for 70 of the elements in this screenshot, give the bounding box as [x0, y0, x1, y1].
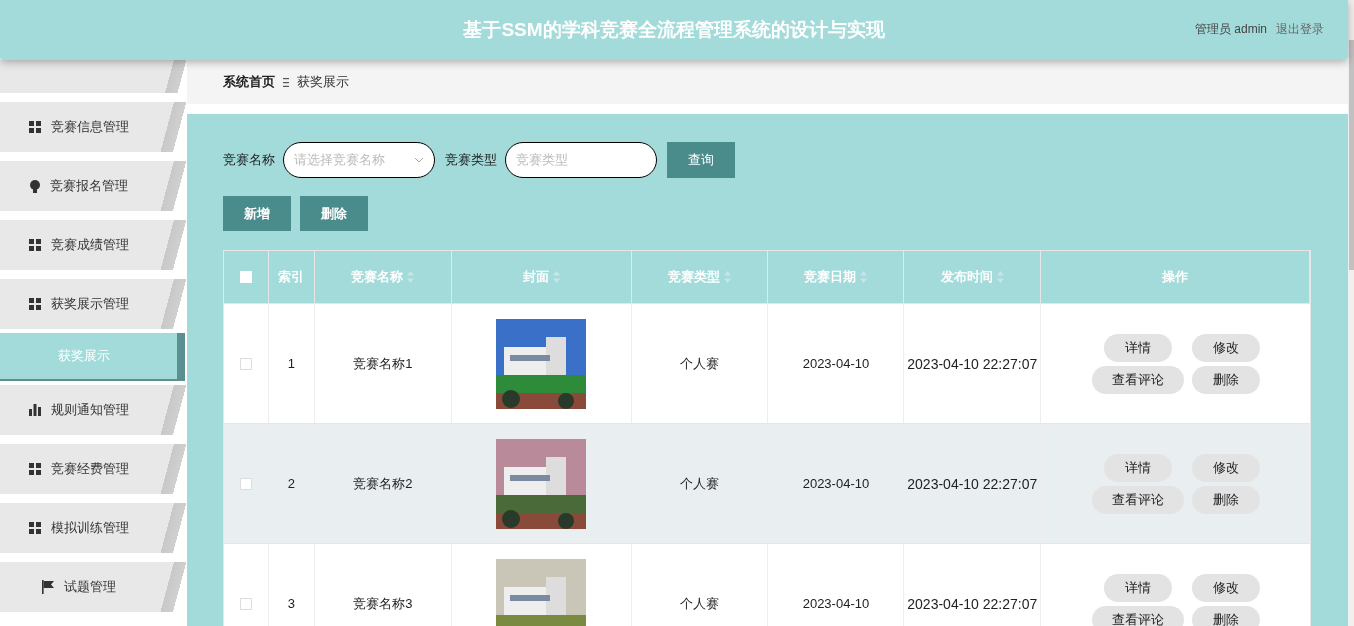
bar-chart-icon [28, 404, 41, 416]
app-title: 基于SSM的学科竞赛全流程管理系统的设计与实现 [463, 17, 885, 42]
table-cell-text: 2 [287, 474, 296, 493]
table-cell-text: 个人赛 [680, 594, 720, 613]
sort-icon[interactable] [860, 271, 868, 283]
sidebar-item[interactable]: 竞赛成绩管理 [0, 220, 187, 270]
row-action-button[interactable]: 修改 [1191, 453, 1260, 482]
grid-icon [28, 522, 41, 534]
user-label: 管理员 admin [1194, 21, 1267, 38]
chevron-down-icon [414, 157, 424, 163]
row-action-button[interactable]: 修改 [1191, 333, 1260, 362]
row-action-button[interactable]: 删除 [1191, 365, 1260, 394]
table-cell-text: 2023-04-10 22:27:07 [906, 474, 1039, 494]
table-cell-text: 3 [287, 594, 296, 613]
sort-icon[interactable] [407, 271, 415, 283]
select-field[interactable]: 请选择竞赛名称 [283, 142, 435, 178]
grid-icon [28, 239, 41, 251]
action-button[interactable]: 删除 [300, 196, 368, 231]
table-cell-text: 竞赛名称2 [353, 474, 413, 493]
scrollbar[interactable] [1348, 0, 1354, 626]
table-cell-text: 竞赛名称1 [353, 354, 413, 373]
action-button[interactable]: 新增 [223, 196, 291, 231]
sidebar-item-edge[interactable] [0, 60, 187, 93]
row-checkbox[interactable] [239, 357, 252, 370]
sort-icon[interactable] [996, 271, 1004, 283]
field-label: 竞赛类型 [445, 151, 497, 170]
separator-icon [283, 77, 289, 87]
grid-icon [28, 298, 41, 310]
table-cell-text: 个人赛 [680, 354, 720, 373]
sidebar-item[interactable]: 试题管理 [0, 562, 187, 612]
breadcrumb-current: 获奖展示 [297, 73, 349, 92]
flag-icon [41, 580, 54, 594]
row-action-button[interactable]: 查看评论 [1091, 485, 1184, 514]
logout-link[interactable]: 退出登录 [1276, 20, 1324, 38]
row-action-button[interactable]: 删除 [1191, 605, 1260, 626]
sidebar-item[interactable]: 竞赛经费管理 [0, 444, 187, 494]
select-all-checkbox[interactable] [239, 271, 252, 283]
table-cell-text: 竞赛名称3 [353, 594, 413, 613]
sort-icon[interactable] [724, 271, 732, 283]
sidebar-item[interactable]: 竞赛报名管理 [0, 161, 187, 211]
row-action-button[interactable]: 详情 [1103, 573, 1172, 602]
row-action-button[interactable]: 修改 [1191, 573, 1260, 602]
sidebar-item[interactable]: 获奖展示管理 [0, 279, 187, 329]
table-cell-text: 2023-04-10 [802, 354, 870, 373]
row-action-button[interactable]: 详情 [1103, 333, 1172, 362]
row-checkbox[interactable] [239, 597, 252, 610]
row-checkbox[interactable] [239, 477, 252, 490]
table-cell-text: 2023-04-10 22:27:07 [906, 594, 1039, 614]
breadcrumb-home[interactable]: 系统首页 [223, 72, 275, 92]
input-field[interactable]: 竞赛类型 [505, 142, 657, 178]
table-cell-text: 2023-04-10 22:27:07 [906, 354, 1039, 374]
sort-icon[interactable] [552, 271, 560, 283]
sidebar-item[interactable]: 模拟训练管理 [0, 503, 187, 553]
row-action-button[interactable]: 删除 [1191, 485, 1260, 514]
table-cell-text: 2023-04-10 [802, 594, 870, 613]
lightbulb-icon [29, 179, 40, 193]
grid-icon [28, 121, 41, 133]
field-input[interactable]: 竞赛类型 [516, 150, 626, 170]
row-action-button[interactable]: 详情 [1103, 453, 1172, 482]
grid-icon [28, 463, 41, 475]
table-cell-text: 2023-04-10 [802, 474, 870, 493]
table-cell-text: 个人赛 [680, 474, 720, 493]
field-label: 竞赛名称 [223, 151, 275, 170]
sidebar-item[interactable]: 规则通知管理 [0, 385, 187, 435]
field-input[interactable]: 请选择竞赛名称 [294, 150, 404, 170]
row-action-button[interactable]: 查看评论 [1091, 605, 1184, 626]
sidebar-item[interactable]: 竞赛信息管理 [0, 102, 187, 152]
row-action-button[interactable]: 查看评论 [1091, 365, 1184, 394]
search-button[interactable]: 查询 [667, 142, 735, 178]
table-cell-text: 1 [287, 354, 296, 373]
